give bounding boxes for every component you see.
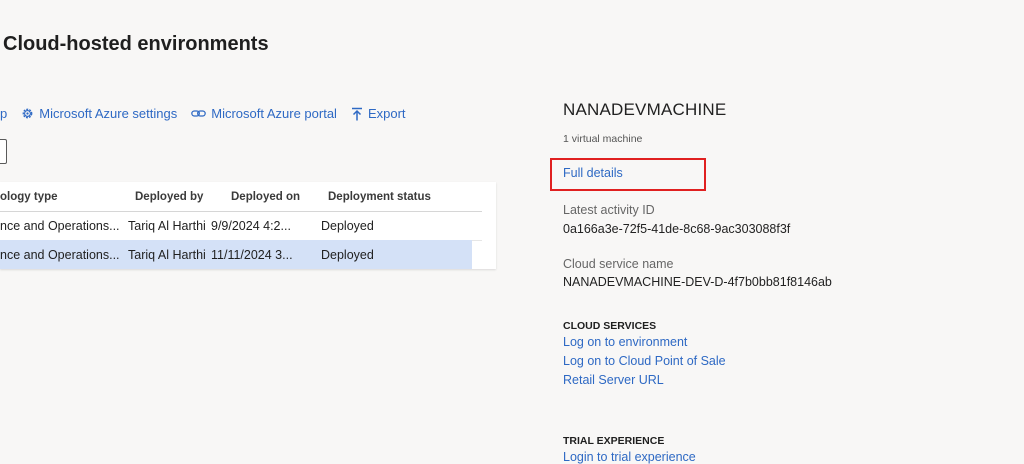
azure-portal-link[interactable]: Microsoft Azure portal	[191, 106, 337, 121]
page-title: Cloud-hosted environments	[3, 33, 269, 55]
cloud-services-heading: CLOUD SERVICES	[563, 320, 657, 332]
gear-icon	[21, 107, 34, 120]
latest-activity-value: 0a166a3e-72f5-41de-8c68-9ac303088f3f	[563, 222, 791, 236]
export-icon	[351, 107, 363, 121]
vm-count: 1 virtual machine	[563, 133, 643, 145]
details-pane: NANADEVMACHINE 1 virtual machine Full de…	[550, 100, 1003, 464]
full-details-link[interactable]: Full details	[563, 166, 623, 180]
cell-status: Deployed	[321, 219, 374, 233]
cell-deployed-by: Tariq Al Harthi	[128, 219, 206, 233]
link-icon	[191, 108, 207, 119]
log-on-cloud-pos-link[interactable]: Log on to Cloud Point of Sale	[563, 354, 726, 368]
cloud-service-value: NANADEVMACHINE-DEV-D-4f7b0bb81f8146ab	[563, 275, 832, 289]
cell-deployed-on: 9/9/2024 4:2...	[211, 219, 291, 233]
column-header-deployed-by[interactable]: Deployed by	[135, 191, 217, 203]
export-label: Export	[367, 106, 406, 121]
retail-server-url-link[interactable]: Retail Server URL	[563, 373, 664, 387]
filter-input[interactable]	[0, 139, 7, 164]
cell-status: Deployed	[321, 247, 374, 262]
environment-name: NANADEVMACHINE	[563, 100, 727, 119]
table-row[interactable]: nce and Operations... Tariq Al Harthi 9/…	[0, 212, 482, 241]
azure-settings-label: Microsoft Azure settings	[39, 106, 178, 121]
azure-portal-label: Microsoft Azure portal	[211, 106, 337, 121]
cell-topology: nce and Operations...	[0, 219, 120, 233]
cloud-service-label: Cloud service name	[563, 257, 674, 271]
log-on-environment-link[interactable]: Log on to environment	[563, 335, 687, 349]
cell-deployed-on: 11/11/2024 3...	[211, 247, 293, 262]
table-row-selected[interactable]: nce and Operations... Tariq Al Harthi 11…	[0, 240, 472, 269]
toolbar-item-truncated-label: p	[0, 106, 8, 121]
column-header-deployed-on[interactable]: Deployed on	[231, 191, 339, 203]
trial-experience-heading: TRIAL EXPERIENCE	[563, 435, 665, 447]
toolbar-item-truncated[interactable]: p	[0, 106, 7, 121]
export-button[interactable]: Export	[351, 106, 406, 121]
toolbar: p Microsoft Azure settings Microsoft Azu…	[0, 106, 420, 121]
latest-activity-label: Latest activity ID	[563, 203, 655, 217]
page: Cloud-hosted environments p Microsoft Az…	[0, 0, 1024, 464]
azure-settings-button[interactable]: Microsoft Azure settings	[21, 106, 177, 121]
cell-topology: nce and Operations...	[0, 247, 120, 262]
grid-header: ology type Deployed by Deployed on Deplo…	[0, 182, 482, 212]
column-header-deployment-status[interactable]: Deployment status	[328, 191, 468, 203]
column-header-topology-type[interactable]: ology type	[0, 191, 125, 203]
environments-grid: ology type Deployed by Deployed on Deplo…	[0, 182, 496, 269]
login-trial-experience-link[interactable]: Login to trial experience	[563, 450, 696, 464]
cell-deployed-by: Tariq Al Harthi	[128, 247, 206, 262]
